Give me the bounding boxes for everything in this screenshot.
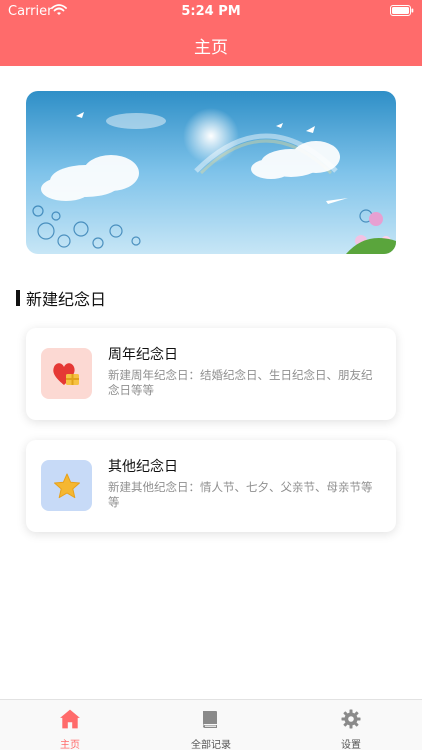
card-description: 新建周年纪念日：结婚纪念日、生日纪念日、朋友纪念日等等 (108, 368, 373, 397)
sky-clouds-rainbow-image (26, 91, 396, 254)
star-icon (53, 473, 80, 498)
book-icon (203, 711, 217, 728)
home-icon (60, 709, 80, 729)
card-icon-box (41, 460, 92, 511)
tab-bar: 主页 全部记录 设置 (0, 699, 422, 750)
anniversary-card[interactable]: 周年纪念日 新建周年纪念日：结婚纪念日、生日纪念日、朋友纪念日等等 (26, 328, 396, 420)
page-title: 主页 (194, 38, 228, 58)
tab-home[interactable]: 主页 (25, 700, 115, 750)
banner-image (26, 91, 396, 254)
status-bar: Carrier 5:24 PM (0, 0, 422, 22)
card-title: 周年纪念日 (108, 347, 178, 363)
battery-icon (390, 5, 414, 16)
card-description: 新建其他纪念日：情人节、七夕、父亲节、母亲节等等 (108, 480, 373, 509)
tab-label: 全部记录 (191, 740, 231, 750)
header: Carrier 5:24 PM 主页 (0, 0, 422, 66)
tab-records[interactable]: 全部记录 (166, 700, 256, 750)
tab-settings[interactable]: 设置 (306, 700, 396, 750)
status-time: 5:24 PM (181, 4, 241, 19)
tab-label: 设置 (341, 740, 361, 750)
gear-icon (341, 709, 361, 729)
section-title: 新建纪念日 (16, 288, 107, 309)
section-accent-bar (16, 290, 20, 306)
section-title-text: 新建纪念日 (26, 290, 107, 309)
card-icon-box (41, 348, 92, 399)
other-day-card[interactable]: 其他纪念日 新建其他纪念日：情人节、七夕、父亲节、母亲节等等 (26, 440, 396, 532)
card-title: 其他纪念日 (108, 459, 178, 475)
tab-label: 主页 (60, 740, 80, 750)
heart-gift-icon (52, 362, 79, 385)
